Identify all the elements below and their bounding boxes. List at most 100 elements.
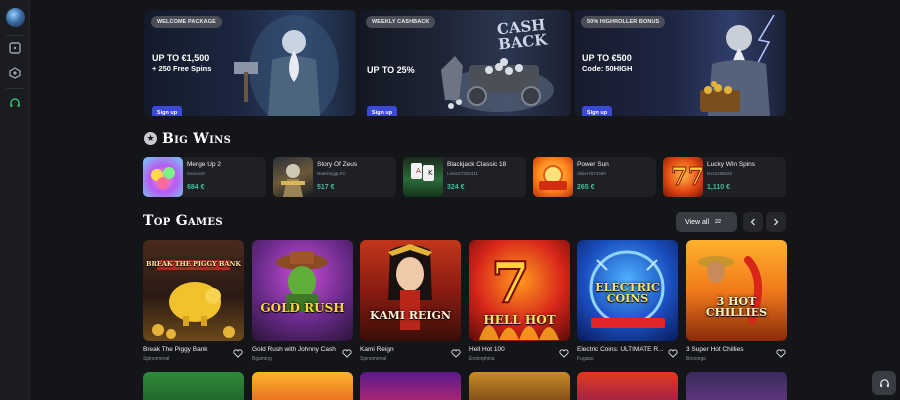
game-art [686, 240, 787, 341]
win-user: NateDoggLFC [317, 171, 346, 176]
win-user: Lorenz7334411 [447, 171, 478, 176]
win-game-name: Story Of Zeus [317, 161, 358, 168]
game-thumbnail [143, 157, 183, 197]
signup-button[interactable]: Sign up [582, 106, 612, 116]
sidebar-divider [6, 88, 24, 89]
win-amount: 684 € [187, 184, 205, 191]
game-card[interactable] [360, 372, 461, 400]
big-win-item[interactable]: Merge Up 2 Senca18 684 € [143, 157, 266, 197]
svg-text:K: K [428, 169, 433, 177]
sidebar [0, 0, 30, 400]
game-card[interactable] [252, 372, 353, 400]
heart-icon[interactable] [342, 349, 352, 358]
game-provider: Endorphina [469, 356, 495, 362]
game-provider: Booongo [686, 356, 707, 362]
big-win-item[interactable]: Story Of Zeus NateDoggLFC 517 € [273, 157, 396, 197]
game-name[interactable]: Electric Coins: ULTIMATE R... [577, 346, 663, 353]
game-name[interactable]: 3 Super Hot Chillies [686, 346, 743, 353]
game-name[interactable]: Gold Rush with Johnny Cash [252, 346, 336, 353]
globe-logo-icon[interactable] [6, 8, 25, 27]
heart-icon[interactable] [776, 349, 786, 358]
sport-icon[interactable] [8, 66, 22, 80]
win-amount: 1,110 € [707, 184, 730, 191]
game-thumbnail: 77 [663, 157, 703, 197]
headset-icon[interactable] [8, 96, 22, 110]
game-thumbnail [533, 157, 573, 197]
win-amount: 324 € [447, 184, 465, 191]
view-all-button[interactable]: View all 22 [676, 212, 737, 232]
promo-badge: WELCOME PACKAGE [151, 16, 222, 28]
game-thumbnail [273, 157, 313, 197]
view-all-count: 22 [715, 219, 722, 225]
top-games-title: Top Games [143, 213, 223, 229]
game-art-title: BREAK THE PIGGY BANK [145, 260, 242, 268]
game-provider: Spinomenal [360, 356, 387, 362]
game-card[interactable]: BREAK THE PIGGY BANK [143, 240, 244, 341]
game-card[interactable]: 3 HOT CHILLIES [686, 240, 787, 341]
game-name[interactable]: Break The Piggy Bank [143, 346, 208, 353]
heart-icon[interactable] [559, 349, 569, 358]
game-card[interactable] [686, 372, 787, 400]
game-provider: Fugaso [577, 356, 594, 362]
promo-badge: 50% HIGHROLLER BONUS [581, 16, 666, 28]
promo-title: UP TO €1,500 [152, 53, 210, 63]
sidebar-divider [6, 35, 24, 36]
signup-button[interactable]: Sign up [367, 106, 397, 116]
signup-button[interactable]: Sign up [152, 106, 182, 116]
win-user: Skiier7874490 [577, 171, 606, 176]
heart-icon[interactable] [668, 349, 678, 358]
game-name[interactable]: Kami Reign [360, 346, 394, 353]
game-card[interactable]: KAMI REIGN [360, 240, 461, 341]
promo-title: UP TO 25% [367, 65, 415, 75]
win-game-name: Lucky Win Spins [707, 161, 756, 168]
big-win-item[interactable]: Power Sun Skiier7874490 265 € [533, 157, 656, 197]
game-art-title: KAMI REIGN [370, 309, 451, 322]
svg-text:77: 77 [671, 162, 703, 191]
win-game-name: Merge Up 2 [187, 161, 221, 168]
svg-text:A: A [416, 167, 421, 175]
win-game-name: Blackjack Classic 18 [447, 161, 507, 168]
game-art [252, 240, 353, 341]
win-game-name: Power Sun [577, 161, 609, 168]
game-card[interactable] [143, 372, 244, 400]
game-name[interactable]: Hell Hot 100 [469, 346, 505, 353]
view-all-label: View all [685, 218, 709, 226]
svg-text:7: 7 [491, 250, 530, 316]
big-win-item[interactable]: 77 Lucky Win Spins Dvcs198622 1,110 € [663, 157, 786, 197]
promo-subtitle: + 250 Free Spins [152, 64, 212, 73]
game-art-title: HELL HOT [483, 313, 556, 327]
big-win-item[interactable]: AK Blackjack Classic 18 Lorenz7334411 32… [403, 157, 526, 197]
promo-badge: WEEKLY CASHBACK [366, 16, 436, 28]
dice-icon[interactable] [8, 41, 22, 55]
promo-highroller[interactable]: 50% HIGHROLLER BONUS UP TO €500 Code: 50… [574, 10, 786, 116]
promo-subtitle: Code: 50HIGH [582, 64, 633, 73]
support-button[interactable] [872, 371, 896, 395]
win-amount: 517 € [317, 184, 335, 191]
big-wins-title: Big Wins [162, 131, 232, 147]
game-art [360, 240, 461, 341]
chevron-right-icon[interactable] [766, 212, 786, 232]
game-card[interactable] [469, 372, 570, 400]
heart-icon[interactable] [233, 349, 243, 358]
heart-icon[interactable] [451, 349, 461, 358]
chevron-left-icon[interactable] [743, 212, 763, 232]
game-card[interactable] [577, 372, 678, 400]
game-thumbnail: AK [403, 157, 443, 197]
game-card[interactable]: ELECTRIC COINS [577, 240, 678, 341]
game-card[interactable]: GOLD RUSH [252, 240, 353, 341]
promo-welcome[interactable]: WELCOME PACKAGE UP TO €1,500 + 250 Free … [144, 10, 356, 116]
promo-title: UP TO €500 [582, 53, 632, 63]
promo-cashback[interactable]: CASH BACK WEEKLY CASHBACK UP TO 25% Sign… [359, 10, 571, 116]
win-amount: 265 € [577, 184, 595, 191]
support-icon [879, 378, 889, 387]
win-user: Dvcs198622 [707, 171, 733, 176]
game-art-title: GOLD RUSH [260, 301, 345, 315]
game-provider: Bgaming [252, 356, 272, 362]
win-user: Senca18 [187, 171, 205, 176]
game-art-title: ELECTRIC COINS [595, 281, 660, 305]
game-provider: Spinomenal [143, 356, 170, 362]
cashback-art-text: CASH BACK [496, 15, 549, 54]
game-card[interactable]: 7 HELL HOT [469, 240, 570, 341]
star-icon: ★ [144, 132, 157, 145]
game-art [143, 240, 244, 341]
